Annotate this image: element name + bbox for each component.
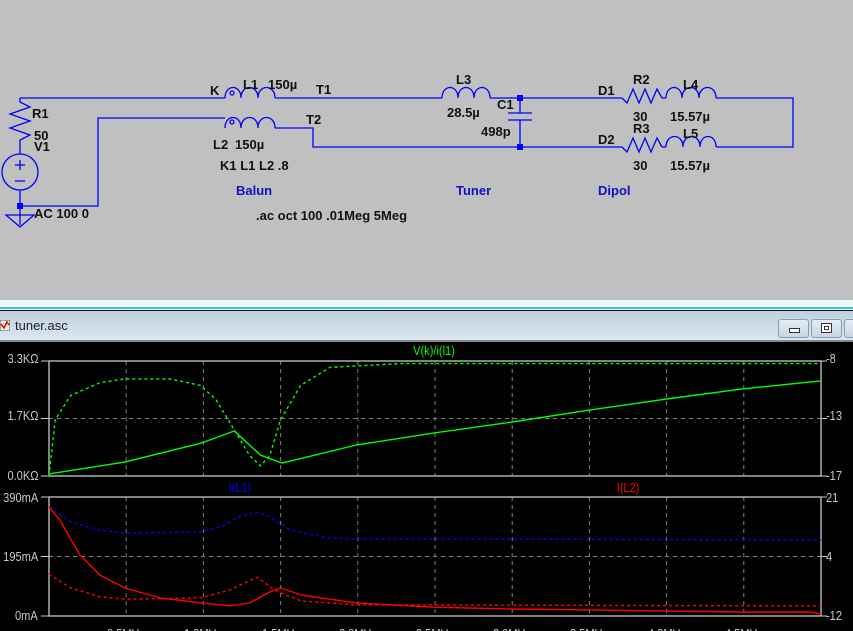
component-name-r1[interactable]: R1 — [32, 107, 49, 120]
resistor-r3 — [621, 136, 663, 154]
y-left-tick-label: 1.7KΩ — [7, 408, 38, 423]
x-tick-label: 3.0MHz — [493, 627, 531, 631]
component-value-l4[interactable]: 15.57µ — [670, 110, 710, 123]
x-tick-label: 2.5MHz — [416, 627, 454, 631]
component-name-l5[interactable]: L5 — [683, 127, 698, 140]
junction-dot — [517, 144, 523, 150]
component-name-l3[interactable]: L3 — [456, 73, 471, 86]
x-tick-label: 4.0MHz — [648, 627, 686, 631]
junction-dot — [517, 95, 523, 101]
schematic-editor[interactable]: K L1 150µ T1 T2 L2 150µ K1 L1 L2 .8 Balu… — [0, 0, 853, 300]
resistor-r1 — [8, 98, 32, 154]
waveform-viewer[interactable]: V(k)/i(l1) I(L1) I(L2) 3.3KΩ 1.7KΩ 0.0KΩ… — [0, 342, 853, 631]
component-name-r3[interactable]: R3 — [633, 122, 650, 135]
x-tick-label: 1.5MHz — [262, 627, 300, 631]
net-label-d2[interactable]: D2 — [598, 133, 615, 146]
y-left-tick-label: 195mA — [2, 549, 38, 564]
component-name-l1[interactable]: L1 — [243, 78, 258, 91]
component-name-v1[interactable]: V1 — [34, 140, 50, 153]
resistor-r2 — [621, 87, 663, 105]
component-value-c1[interactable]: 498p — [481, 125, 511, 138]
wire — [716, 97, 794, 148]
y-right-tick-label: -12 — [826, 608, 842, 623]
x-tick-label: 2.0MHz — [339, 627, 377, 631]
close-button[interactable] — [844, 319, 853, 338]
capacitor-c1 — [508, 112, 532, 121]
y-left-tick-label: 0.0KΩ — [7, 468, 38, 483]
x-tick-label: 0.5MHz — [107, 627, 145, 631]
minimize-button[interactable] — [778, 319, 809, 338]
comment-balun[interactable]: Balun — [236, 184, 272, 197]
window-title: tuner.asc — [15, 318, 68, 333]
component-name-l4[interactable]: L4 — [683, 78, 698, 91]
waveform-window-titlebar[interactable]: tuner.asc — [0, 311, 853, 342]
x-tick-label: 1.0MHz — [184, 627, 222, 631]
net-label-t1[interactable]: T1 — [316, 83, 331, 96]
component-name-r2[interactable]: R2 — [633, 73, 650, 86]
component-value-l5[interactable]: 15.57µ — [670, 159, 710, 172]
net-label-t2[interactable]: T2 — [306, 113, 321, 126]
net-label-d1[interactable]: D1 — [598, 84, 615, 97]
trace-label-il2[interactable]: I(L2) — [617, 481, 640, 494]
restore-button[interactable] — [811, 319, 842, 338]
waveform-plot — [41, 360, 827, 617]
schematic-wires — [1, 86, 794, 228]
trace-label-il1[interactable]: I(L1) — [229, 481, 252, 494]
junction-dot — [17, 203, 23, 209]
x-tick-label: 4.5MHz — [725, 627, 763, 631]
y-right-tick-label: -17 — [826, 468, 842, 483]
y-right-tick-label: 4 — [826, 549, 833, 564]
component-value-l1[interactable]: 150µ — [268, 78, 297, 91]
inductor-l2 — [224, 116, 276, 129]
y-right-tick-label: -13 — [826, 408, 842, 423]
component-value-l3[interactable]: 28.5µ — [447, 106, 480, 119]
component-value-l2[interactable]: 150µ — [235, 138, 264, 151]
component-name-c1[interactable]: C1 — [497, 98, 514, 111]
trace-label-vk-il1[interactable]: V(k)/i(l1) — [413, 344, 455, 357]
spice-directive[interactable]: .ac oct 100 .01Meg 5Meg — [256, 209, 407, 222]
restore-icon — [821, 323, 832, 333]
y-right-tick-label: -8 — [826, 351, 836, 366]
x-tick-label: 3.5MHz — [570, 627, 608, 631]
inductor-l3 — [441, 86, 491, 99]
y-left-tick-label: 0mA — [15, 608, 38, 623]
net-label-k[interactable]: K — [210, 84, 219, 97]
voltage-source-v1 — [1, 153, 39, 191]
y-right-tick-label: 21 — [826, 490, 839, 505]
y-left-tick-label: 390mA — [2, 490, 38, 505]
comment-tuner[interactable]: Tuner — [456, 184, 491, 197]
wire — [275, 127, 622, 148]
component-value-r3[interactable]: 30 — [633, 159, 647, 172]
wire — [20, 117, 225, 207]
component-value-v1[interactable]: AC 100 0 — [34, 207, 89, 220]
component-name-l2[interactable]: L2 — [213, 138, 228, 151]
comment-dipol[interactable]: Dipol — [598, 184, 631, 197]
minimize-icon — [789, 328, 800, 333]
waveform-app-icon — [0, 320, 10, 331]
y-left-tick-label: 3.3KΩ — [7, 351, 38, 366]
coupling-directive[interactable]: K1 L1 L2 .8 — [220, 159, 289, 172]
